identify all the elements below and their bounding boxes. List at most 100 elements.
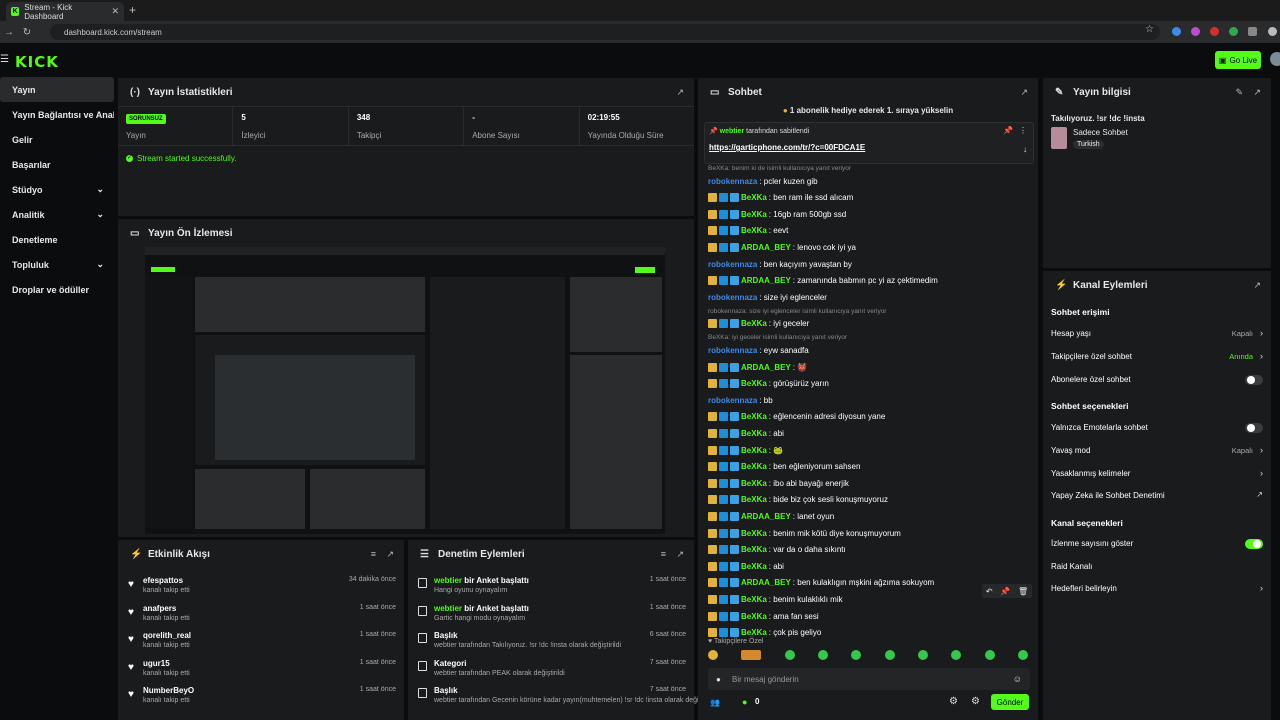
chat-username[interactable]: robokennaza	[708, 260, 757, 269]
url-field[interactable]: dashboard.kick.com/stream	[50, 24, 1160, 40]
set-goals-row[interactable]: Hedefleri belirleyin ›	[1051, 583, 1263, 598]
extensions-puzzle-icon[interactable]	[1248, 27, 1257, 36]
emotes-only-toggle[interactable]	[1245, 423, 1263, 433]
chat-username[interactable]: ARDAA_BEY	[741, 243, 791, 252]
chat-message[interactable]: ARDAA_BEY: 👹	[708, 360, 807, 374]
popout-icon[interactable]: ↗	[1253, 87, 1261, 98]
reload-icon[interactable]: ↻	[18, 27, 36, 38]
subscribers-only-toggle[interactable]	[1245, 375, 1263, 385]
sidebar-item[interactable]: Yayın Bağlantısı ve Anahtarı	[0, 102, 114, 127]
chat-message[interactable]: BeXKa: ben ram ile ssd alıcam	[708, 191, 853, 205]
emote-icon[interactable]	[917, 650, 928, 660]
kick-logo[interactable]: KICK	[15, 53, 59, 71]
chat-message[interactable]: BeXKa: 🐸	[708, 443, 783, 457]
slow-mode-row[interactable]: Yavaş mod Kapalı ›	[1051, 445, 1263, 460]
chat-message[interactable]: BeXKa: bide biz çok sesli konuşmuyoruz	[708, 493, 888, 507]
extension-icon[interactable]	[1191, 27, 1200, 36]
emote-icon[interactable]	[884, 650, 895, 660]
account-age-row[interactable]: Hesap yaşı Kapalı ›	[1051, 328, 1263, 343]
filter-icon[interactable]: ≡	[371, 549, 376, 559]
extension-icon[interactable]	[1172, 27, 1181, 36]
chat-username[interactable]: BeXKa	[741, 595, 767, 604]
profile-icon[interactable]	[1268, 27, 1277, 36]
chat-message[interactable]: BeXKa: eevt	[708, 224, 788, 238]
chat-message[interactable]: ARDAA_BEY: zamanında babmın pc yi az çek…	[708, 274, 938, 288]
sidebar-item[interactable]: Stüdyo ⌄	[0, 177, 114, 202]
activity-user[interactable]: anafpers	[143, 604, 176, 613]
sidebar-item[interactable]: Gelir	[0, 127, 114, 152]
chat-username[interactable]: BeXKa	[741, 379, 767, 388]
activity-user[interactable]: NumberBeyO	[143, 686, 194, 695]
emoji-icon[interactable]: ☺	[1013, 674, 1022, 684]
activity-user[interactable]: qorelith_real	[143, 631, 191, 640]
mod-user[interactable]: webtier	[434, 604, 462, 613]
menu-icon[interactable]: ☰	[0, 54, 9, 65]
emote-icon[interactable]	[951, 650, 962, 660]
chat-message[interactable]: BeXKa: eğlencenin adresi diyosun yane	[708, 410, 885, 424]
popout-icon[interactable]: ↗	[676, 549, 684, 560]
chat-username[interactable]: ARDAA_BEY	[741, 512, 791, 521]
new-tab-icon[interactable]: +	[129, 3, 136, 17]
filter-icon[interactable]: ≡	[661, 549, 666, 559]
chat-username[interactable]: BeXKa	[741, 462, 767, 471]
mod-tools-icon[interactable]: ⚙	[971, 696, 980, 707]
raid-channel-row[interactable]: Raid Kanalı	[1051, 562, 1263, 576]
chat-message[interactable]: BeXKa: benim mik kötü diye konuşmuyorum	[708, 526, 901, 540]
pinned-link[interactable]: https://garticphone.com/tr/?c=00FDCA1E	[709, 143, 865, 152]
sidebar-item[interactable]: Yayın	[0, 77, 114, 102]
extension-icon[interactable]	[1229, 27, 1238, 36]
chat-username[interactable]: BeXKa	[741, 529, 767, 538]
chat-username[interactable]: BeXKa	[741, 412, 767, 421]
chat-username[interactable]: BeXKa	[741, 495, 767, 504]
chat-message[interactable]: BeXKa: iyi geceler	[708, 317, 809, 331]
sidebar-item[interactable]: Droplar ve ödüller	[0, 277, 114, 302]
activity-user[interactable]: ugur15	[143, 659, 170, 668]
chat-username[interactable]: BeXKa	[741, 628, 767, 637]
browser-tab[interactable]: K Stream - Kick Dashboard ✕	[6, 2, 124, 21]
chat-message[interactable]: BeXKa: ben eğleniyorum sahsen	[708, 460, 860, 474]
followers-only-row[interactable]: Takipçilere özel sohbet Anında ›	[1051, 351, 1263, 366]
emote-icon[interactable]	[741, 650, 762, 660]
chat-message[interactable]: ARDAA_BEY: lanet oyun	[708, 509, 834, 523]
chat-username[interactable]: BeXKa	[741, 562, 767, 571]
chat-message[interactable]: BeXKa: benim kulaklıklı mik	[708, 592, 843, 606]
bookmark-star-icon[interactable]: ☆	[1145, 24, 1154, 35]
popout-icon[interactable]: ↗	[1020, 87, 1028, 98]
chat-message[interactable]: robokennaza: ben kaçıyım yavaştan by	[708, 257, 852, 271]
chat-message[interactable]: BeXKa: abi	[708, 426, 784, 440]
chat-message[interactable]: robokennaza: bb	[708, 393, 773, 407]
emote-icon[interactable]	[817, 650, 828, 660]
mod-user[interactable]: webtier	[434, 576, 462, 585]
chat-username[interactable]: ARDAA_BEY	[741, 363, 791, 372]
chat-username[interactable]: robokennaza	[708, 177, 757, 186]
user-avatar[interactable]	[1270, 52, 1280, 66]
delete-icon[interactable]: 🗑	[1018, 587, 1028, 596]
chat-username[interactable]: BeXKa	[741, 446, 767, 455]
pin-icon[interactable]: 📌	[1000, 587, 1010, 596]
expand-down-icon[interactable]: ↓	[1023, 145, 1027, 154]
extension-icon[interactable]	[1210, 27, 1219, 36]
banned-words-row[interactable]: Yasaklanmış kelimeler ›	[1051, 468, 1263, 483]
chat-username[interactable]: BeXKa	[741, 612, 767, 621]
chat-message[interactable]: BeXKa: 16gb ram 500gb ssd	[708, 207, 846, 221]
chat-username[interactable]: BeXKa	[741, 226, 767, 235]
chat-username[interactable]: ARDAA_BEY	[741, 578, 791, 587]
chat-username[interactable]: BeXKa	[741, 210, 767, 219]
send-button[interactable]: Gönder	[991, 694, 1029, 710]
chat-message[interactable]: BeXKa: abi	[708, 559, 784, 573]
category-name[interactable]: Sadece Sohbet	[1073, 128, 1128, 137]
chat-username[interactable]: BeXKa	[741, 319, 767, 328]
more-icon[interactable]: ⋮	[1019, 126, 1027, 135]
chat-message[interactable]: robokennaza: eyw sanadfa	[708, 343, 809, 357]
chat-message[interactable]: BeXKa: ibo abi bayağı enerjik	[708, 476, 849, 490]
activity-user[interactable]: efespattos	[143, 576, 183, 585]
emote-icon[interactable]	[984, 650, 995, 660]
chat-username[interactable]: BeXKa	[741, 479, 767, 488]
chat-input[interactable]: ● Bir mesaj gönderin ☺	[708, 668, 1030, 690]
sidebar-item[interactable]: Denetleme	[0, 227, 114, 252]
ai-moderation-row[interactable]: Yapay Zeka ile Sohbet Denetimi ↗	[1051, 490, 1263, 505]
chat-username[interactable]: BeXKa	[741, 193, 767, 202]
stream-preview-video[interactable]	[145, 247, 665, 534]
go-live-button[interactable]: ▣ Go Live	[1215, 51, 1261, 69]
chat-username[interactable]: robokennaza	[708, 346, 757, 355]
